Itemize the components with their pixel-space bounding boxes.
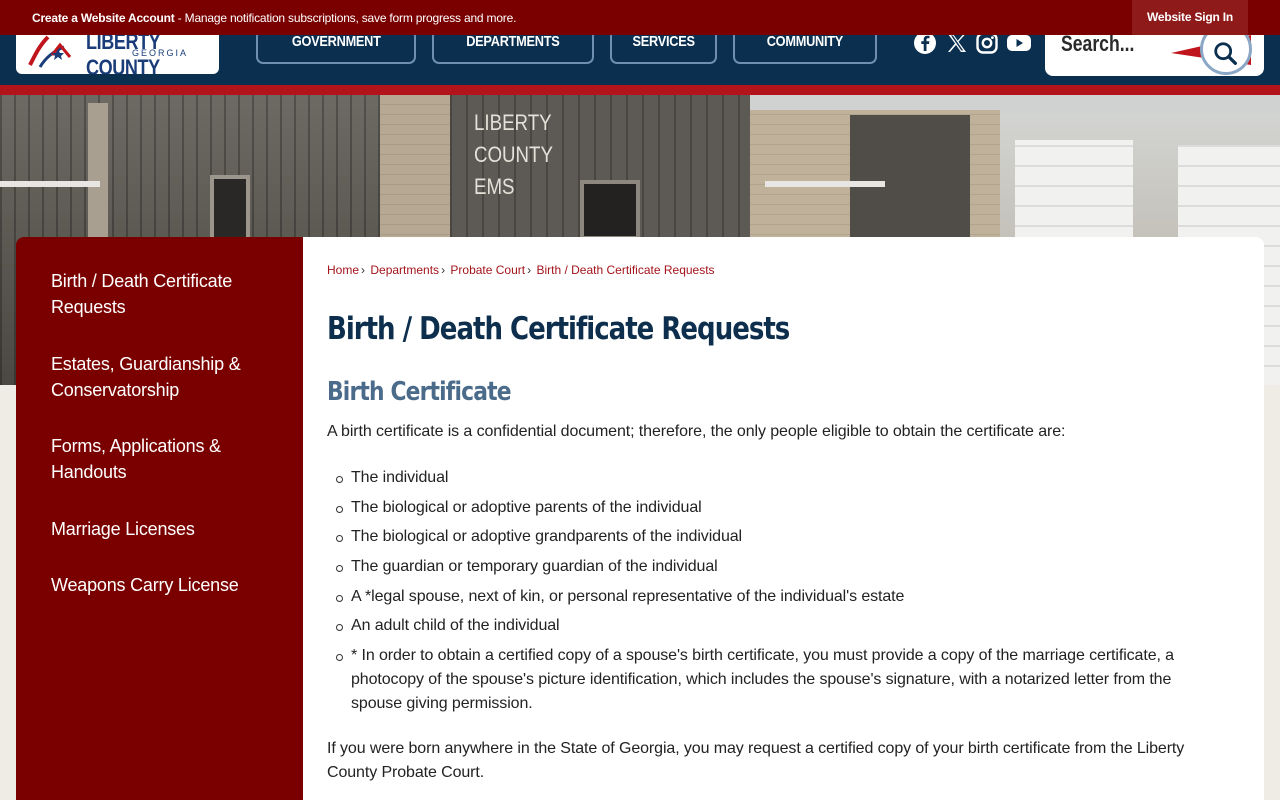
breadcrumb-current[interactable]: Birth / Death Certificate Requests [536, 263, 714, 277]
breadcrumb-probate-court[interactable]: Probate Court [450, 263, 525, 277]
nav-government[interactable]: GOVERNMENT [256, 33, 416, 64]
sign-line-2: COUNTY [474, 142, 553, 167]
main-content: Home › Departments › Probate Court › Birth … [303, 237, 1264, 800]
hero-window-middle [580, 180, 640, 240]
list-item: The individual [336, 466, 1221, 490]
breadcrumb-departments[interactable]: Departments [370, 263, 439, 277]
nav-services[interactable]: SERVICES [610, 33, 717, 64]
notification-message: Create a Website Account - Manage notifi… [32, 11, 516, 25]
website-sign-in-button[interactable]: Website Sign In [1132, 0, 1248, 35]
list-item: The biological or adoptive grandparents … [336, 525, 1221, 549]
nav-departments-label: DEPARTMENTS [466, 33, 560, 50]
site-logo[interactable]: LIBERTY COUNTY GEORGIA [16, 35, 219, 74]
breadcrumb-home[interactable]: Home [327, 263, 359, 277]
sign-line-3: EMS [474, 174, 515, 199]
search-button[interactable] [1200, 35, 1252, 75]
list-item: * In order to obtain a certified copy of… [336, 644, 1221, 716]
intro-text: A birth certificate is a confidential do… [327, 423, 1066, 440]
nav-government-label: GOVERNMENT [291, 33, 381, 50]
side-navigation: Birth / Death Certificate Requests Estat… [16, 237, 303, 800]
search-input[interactable]: Search... [1061, 35, 1134, 57]
logo-state: GEORGIA [132, 48, 189, 58]
hero-canopy-left [0, 181, 100, 187]
sidebar-item-weapons-carry-license[interactable]: Weapons Carry License [51, 572, 251, 598]
list-item: The biological or adoptive parents of th… [336, 496, 1221, 520]
list-item: A *legal spouse, next of kin, or persona… [336, 585, 1221, 609]
list-item: The guardian or temporary guardian of th… [336, 555, 1221, 579]
body-paragraph: If you were born anywhere in the State o… [327, 740, 1185, 781]
notification-text: - Manage notification subscriptions, sav… [174, 11, 517, 25]
notification-bar: Create a Website Account - Manage notifi… [0, 0, 1280, 35]
search-bar: Search... [1045, 35, 1264, 76]
breadcrumb-separator: › [441, 263, 446, 277]
header-stripe [0, 85, 1280, 95]
create-account-link[interactable]: Create a Website Account [32, 11, 175, 25]
hero-pillar [88, 103, 108, 243]
hero-window-left [210, 175, 250, 245]
breadcrumb-separator: › [361, 263, 366, 277]
section-title: Birth Certificate [327, 377, 512, 407]
logo-emblem-icon [28, 35, 72, 68]
page-title: Birth / Death Certificate Requests [327, 311, 790, 347]
breadcrumb-separator: › [527, 263, 532, 277]
breadcrumb: Home › Departments › Probate Court › Birth … [327, 263, 715, 277]
list-item: An adult child of the individual [336, 614, 1221, 638]
nav-community[interactable]: COMMUNITY [733, 33, 877, 64]
sign-line-1: LIBERTY [474, 110, 552, 135]
search-icon [1214, 42, 1237, 65]
nav-departments[interactable]: DEPARTMENTS [432, 33, 594, 64]
sidebar-item-forms-applications[interactable]: Forms, Applications & Handouts [51, 433, 241, 485]
sidebar-item-marriage-licenses[interactable]: Marriage Licenses [51, 516, 251, 542]
eligible-list: The individual The biological or adoptiv… [336, 466, 1221, 722]
sidebar-item-birth-death-certificate-requests[interactable]: Birth / Death Certificate Requests [51, 268, 251, 320]
nav-community-label: COMMUNITY [766, 33, 844, 50]
nav-services-label: SERVICES [632, 33, 695, 50]
sidebar-item-estates-guardianship[interactable]: Estates, Guardianship & Conservatorship [51, 351, 266, 403]
hero-building-sign: LIBERTY COUNTY EMS [474, 107, 553, 203]
hero-canopy-right [765, 181, 885, 187]
